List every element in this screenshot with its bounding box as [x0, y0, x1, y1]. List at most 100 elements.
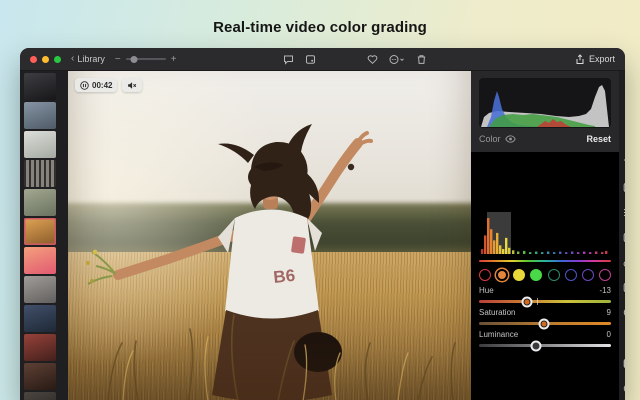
color-dot-magenta[interactable] [599, 269, 611, 281]
spectrum-bar [529, 252, 531, 254]
hue-slider-knob[interactable] [521, 296, 532, 307]
comment-icon[interactable] [283, 54, 294, 65]
thumbnail-gray-sweater-portrait[interactable] [24, 276, 56, 303]
adjustments-panel: Color Reset Hue-13Saturation9Luminance0 [471, 71, 619, 400]
luminance-slider-knob[interactable] [530, 340, 541, 351]
info-icon[interactable] [623, 383, 626, 394]
hue-rainbow-strip [479, 260, 611, 263]
heal-icon[interactable] [623, 182, 626, 193]
hue-slider-row: Hue-13 [479, 286, 611, 303]
histogram-card [471, 71, 619, 128]
color-dot-yellow[interactable] [513, 269, 525, 281]
zoom-slider[interactable] [126, 58, 166, 60]
saturation-slider-row: Saturation9 [479, 308, 611, 325]
zoom-in-button[interactable]: + [171, 54, 177, 65]
minimize-button[interactable] [42, 56, 49, 63]
favorite-heart-icon[interactable] [367, 54, 378, 65]
hue-default-tick [537, 298, 538, 305]
app-window: ‹ Library − + [20, 48, 625, 400]
hue-slider-track[interactable] [479, 300, 611, 303]
color-dot-violet[interactable] [582, 269, 594, 281]
spectrum-bar [493, 240, 495, 254]
video-canvas[interactable]: B6 [68, 71, 471, 400]
thumbnail-birch-trunks[interactable] [24, 160, 56, 187]
more-options-button[interactable] [389, 54, 405, 65]
chevron-left-icon: ‹ [71, 54, 74, 64]
history-icon[interactable] [623, 307, 626, 318]
back-label: Library [77, 54, 105, 64]
spectrum-bar [601, 252, 603, 254]
spectrum-bar [589, 252, 591, 254]
spectrum-bar [571, 252, 573, 254]
zoom-out-button[interactable]: − [115, 54, 121, 65]
color-dot-red[interactable] [479, 269, 491, 281]
thumbnail-pink-flowers[interactable] [24, 247, 56, 274]
spectrum-bar [565, 252, 567, 254]
crop-icon[interactable] [623, 157, 626, 168]
color-dot-orange[interactable] [496, 269, 508, 281]
thumbnail-blue-branches[interactable] [24, 102, 56, 129]
tone-curve-icon[interactable] [623, 232, 626, 243]
back-to-library-button[interactable]: ‹ Library [71, 54, 105, 64]
luminance-value: 0 [607, 330, 611, 339]
spectrum-bar [541, 252, 543, 254]
adjust-sliders-icon[interactable] [623, 207, 626, 218]
saturation-slider-knob[interactable] [538, 318, 549, 329]
saturation-slider-track[interactable] [479, 322, 611, 325]
thumbnail-foggy-trees[interactable] [24, 131, 56, 158]
thumbnail-dark-floral[interactable] [24, 363, 56, 390]
color-dot-green[interactable] [530, 269, 542, 281]
luminance-slider-row: Luminance 0 [479, 330, 611, 347]
close-button[interactable] [30, 56, 37, 63]
thumbnail-dark-portrait[interactable] [24, 73, 56, 100]
thumbnail-dim-landscape[interactable] [24, 392, 56, 400]
pause-circle-icon [80, 81, 89, 90]
export-label: Export [589, 54, 615, 64]
zoom-window-button[interactable] [54, 56, 61, 63]
trash-icon[interactable] [416, 54, 427, 65]
thumbnail-field-figure[interactable] [24, 189, 56, 216]
luminance-slider-track[interactable] [479, 344, 611, 347]
sliders: Hue-13 Saturation9 Luminance 0 [479, 286, 611, 347]
photo-vignette [68, 71, 471, 400]
hue-spectrum[interactable] [479, 212, 611, 262]
spectrum-bar [499, 245, 501, 254]
titlebar: ‹ Library − + [20, 48, 625, 71]
spectrum-bar [512, 250, 514, 254]
hue-value: -13 [599, 286, 611, 295]
spectrum-bar [508, 248, 510, 254]
spectrum-bar [605, 251, 607, 254]
histogram [479, 78, 611, 128]
spectrum-bar [490, 229, 492, 254]
spectrum-bar [487, 218, 489, 254]
histogram-svg [481, 83, 609, 127]
thumbnail-navy-figure[interactable] [24, 305, 56, 332]
lut-icon[interactable] [623, 282, 626, 293]
color-wheel-icon[interactable] [623, 257, 626, 268]
saturation-value: 9 [607, 308, 611, 317]
share-icon [575, 54, 585, 65]
frame-badge-icon[interactable] [305, 54, 316, 65]
compare-icon[interactable] [623, 358, 626, 369]
luminance-label: Luminance [479, 330, 518, 339]
hsl-section: Hue-13 Saturation9 Luminance 0 [471, 212, 619, 347]
playback-time-badge[interactable]: 00:42 [75, 78, 117, 92]
thumbnail-golden-field-girl[interactable] [24, 218, 56, 245]
zoom-slider-knob[interactable] [130, 56, 137, 63]
spectrum-bar [517, 252, 519, 254]
tool-rail [619, 71, 625, 400]
page-title: Real-time video color grading [0, 0, 640, 36]
color-dot-teal[interactable] [548, 269, 560, 281]
traffic-lights [30, 56, 61, 63]
visibility-eye-icon[interactable] [505, 135, 516, 143]
color-dot-blue[interactable] [565, 269, 577, 281]
thumbnail-red-floral[interactable] [24, 334, 56, 361]
export-button[interactable]: Export [575, 54, 615, 65]
spectrum-bar [523, 251, 525, 254]
mute-badge[interactable] [122, 78, 142, 92]
spectrum-bar [496, 233, 498, 254]
spectrum-bar [535, 252, 537, 254]
reset-button[interactable]: Reset [586, 134, 611, 144]
spectrum-bar [559, 252, 561, 254]
hue-spectrum-svg [479, 212, 607, 258]
